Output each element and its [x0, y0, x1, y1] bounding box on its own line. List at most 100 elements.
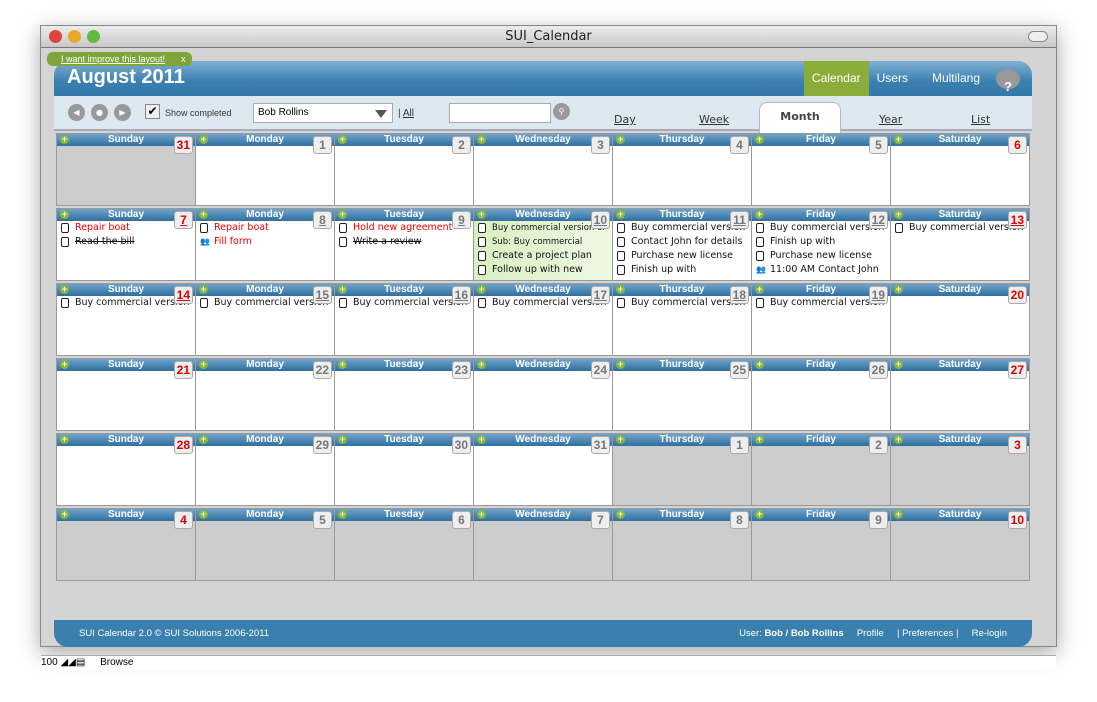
day-number[interactable]: 29	[312, 436, 332, 454]
day-number[interactable]: 2	[869, 436, 888, 454]
day-number[interactable]: 9	[452, 211, 471, 229]
event-item[interactable]: Purchase new license	[752, 249, 890, 263]
add-event-icon[interactable]: +	[894, 510, 903, 519]
day-cell[interactable]: + Friday 2	[752, 434, 890, 505]
add-event-icon[interactable]: +	[477, 435, 486, 444]
day-cell[interactable]: + Monday 22	[196, 359, 334, 430]
add-event-icon[interactable]: +	[616, 135, 625, 144]
add-event-icon[interactable]: +	[338, 435, 347, 444]
day-cell[interactable]: + Friday 19 Buy commercial version	[752, 284, 890, 355]
day-number[interactable]: 25	[729, 361, 749, 379]
user-select[interactable]: Bob Rollins	[253, 103, 393, 123]
day-cell[interactable]: + Tuesday 2	[335, 134, 473, 205]
day-number[interactable]: 22	[312, 361, 332, 379]
day-number[interactable]: 19	[868, 286, 888, 304]
add-event-icon[interactable]: +	[338, 210, 347, 219]
day-cell[interactable]: + Saturday 6	[891, 134, 1029, 205]
day-number[interactable]: 18	[729, 286, 749, 304]
day-number[interactable]: 21	[173, 361, 193, 379]
add-event-icon[interactable]: +	[755, 435, 764, 444]
day-cell[interactable]: + Sunday 21	[57, 359, 195, 430]
day-number[interactable]: 28	[173, 436, 193, 454]
day-cell[interactable]: + Friday 9	[752, 509, 890, 580]
day-cell[interactable]: + Monday 8 Repair boat 👥 Fill form	[196, 209, 334, 280]
preferences-link[interactable]: Preferences	[902, 628, 953, 639]
add-event-icon[interactable]: +	[60, 510, 69, 519]
day-number[interactable]: 27	[1007, 361, 1027, 379]
day-cell[interactable]: + Sunday 4	[57, 509, 195, 580]
add-event-icon[interactable]: +	[338, 360, 347, 369]
event-item[interactable]: 👥 11:00 AM Contact John	[752, 263, 890, 277]
day-cell[interactable]: + Wednesday 10 Buy commercial version of Sub…	[474, 209, 612, 280]
day-cell[interactable]: + Thursday 8	[613, 509, 751, 580]
day-cell[interactable]: + Wednesday 17 Buy commercial version	[474, 284, 612, 355]
add-event-icon[interactable]: +	[199, 210, 208, 219]
add-event-icon[interactable]: +	[477, 510, 486, 519]
day-cell[interactable]: + Wednesday 7	[474, 509, 612, 580]
improve-layout-link[interactable]: I want improve this layout!	[61, 54, 165, 64]
profile-link[interactable]: Profile	[857, 628, 884, 639]
day-number[interactable]: 7	[591, 511, 610, 529]
day-number[interactable]: 6	[1008, 136, 1027, 154]
day-cell[interactable]: + Monday 29	[196, 434, 334, 505]
day-number[interactable]: 6	[452, 511, 471, 529]
add-event-icon[interactable]: +	[755, 285, 764, 294]
add-event-icon[interactable]: +	[477, 285, 486, 294]
day-cell[interactable]: + Saturday 20	[891, 284, 1029, 355]
day-cell[interactable]: + Thursday 11 Buy commercial version Contact…	[613, 209, 751, 280]
add-event-icon[interactable]: +	[616, 210, 625, 219]
next-month-button[interactable]: ▶	[114, 104, 131, 121]
day-cell[interactable]: + Thursday 25	[613, 359, 751, 430]
add-event-icon[interactable]: +	[60, 360, 69, 369]
add-event-icon[interactable]: +	[60, 435, 69, 444]
add-event-icon[interactable]: +	[199, 435, 208, 444]
zoom-icon[interactable]: ◢◢▤	[60, 657, 85, 668]
help-icon[interactable]: ?	[996, 69, 1020, 94]
add-event-icon[interactable]: +	[616, 360, 625, 369]
add-event-icon[interactable]: +	[755, 135, 764, 144]
day-number[interactable]: 9	[869, 511, 888, 529]
day-number[interactable]: 12	[868, 211, 888, 229]
add-event-icon[interactable]: +	[755, 510, 764, 519]
event-item[interactable]: Finish up with	[613, 263, 751, 277]
day-number[interactable]: 5	[313, 511, 332, 529]
all-users-link[interactable]: All	[403, 108, 414, 119]
day-number[interactable]: 3	[591, 136, 610, 154]
add-event-icon[interactable]: +	[338, 135, 347, 144]
add-event-icon[interactable]: +	[60, 135, 69, 144]
day-number[interactable]: 17	[590, 286, 610, 304]
day-cell[interactable]: + Tuesday 16 Buy commercial version	[335, 284, 473, 355]
minimize-window-button[interactable]	[68, 30, 81, 43]
day-cell[interactable]: + Monday 5	[196, 509, 334, 580]
day-cell[interactable]: + Monday 1	[196, 134, 334, 205]
tab-day[interactable]: Day	[614, 113, 636, 126]
day-cell[interactable]: + Friday 26	[752, 359, 890, 430]
close-window-button[interactable]	[49, 30, 62, 43]
add-event-icon[interactable]: +	[199, 360, 208, 369]
event-item[interactable]: Create a project plan	[474, 249, 612, 263]
day-number[interactable]: 26	[868, 361, 888, 379]
day-number[interactable]: 1	[313, 136, 332, 154]
event-item[interactable]: Write a review	[335, 235, 473, 249]
event-item[interactable]: Sub: Buy commercial	[474, 235, 612, 249]
nav-multilang[interactable]: Multilang	[924, 61, 996, 96]
day-number[interactable]: 31	[173, 136, 193, 154]
day-number[interactable]: 10	[1007, 511, 1027, 529]
day-number[interactable]: 3	[1008, 436, 1027, 454]
add-event-icon[interactable]: +	[199, 135, 208, 144]
add-event-icon[interactable]: +	[60, 210, 69, 219]
day-number[interactable]: 15	[312, 286, 332, 304]
add-event-icon[interactable]: +	[338, 285, 347, 294]
search-input[interactable]	[449, 103, 551, 123]
event-item[interactable]: Finish up with	[752, 235, 890, 249]
zoom-window-button[interactable]	[87, 30, 100, 43]
show-completed-checkbox[interactable]: ✔	[145, 104, 160, 119]
add-event-icon[interactable]: +	[755, 210, 764, 219]
day-cell[interactable]: + Friday 12 Buy commercial version Finish up…	[752, 209, 890, 280]
tab-year[interactable]: Year	[879, 113, 902, 126]
nav-calendar[interactable]: Calendar	[803, 61, 869, 96]
day-number[interactable]: 8	[313, 211, 332, 229]
add-event-icon[interactable]: +	[477, 210, 486, 219]
zoom-level[interactable]: 100	[41, 657, 58, 668]
add-event-icon[interactable]: +	[616, 435, 625, 444]
